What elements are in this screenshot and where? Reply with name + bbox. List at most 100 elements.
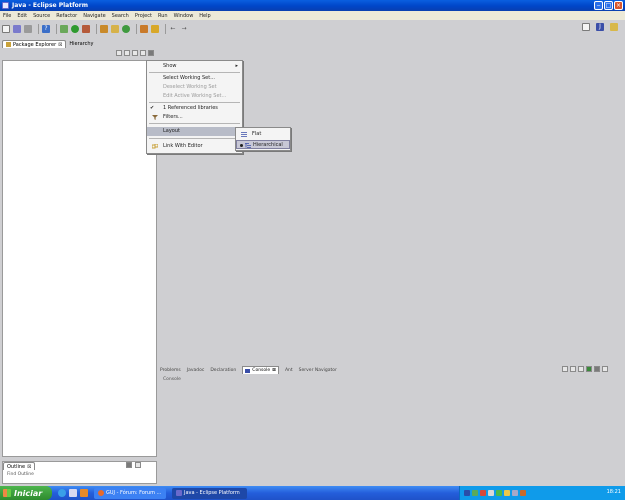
minimize-icon[interactable]	[135, 462, 141, 468]
menu-item-select-working-set[interactable]: Select Working Set...	[147, 74, 242, 83]
help-icon[interactable]: ?	[42, 25, 50, 33]
tab-label: Javadoc	[186, 367, 205, 373]
menu-project[interactable]: Project	[135, 13, 152, 19]
search-icon[interactable]	[151, 25, 159, 33]
menu-refactor[interactable]: Refactor	[56, 13, 77, 19]
pin-console-icon[interactable]	[578, 366, 584, 372]
flat-layout-icon	[241, 132, 247, 137]
run-icon[interactable]	[71, 25, 79, 33]
external-tools-icon[interactable]	[82, 25, 90, 33]
window-titlebar: Java - Eclipse Platform ‒ □ ×	[0, 0, 625, 11]
task-eclipse[interactable]: Java - Eclipse Platform	[172, 487, 247, 499]
tab-label: Problems	[160, 367, 181, 373]
new-package-icon[interactable]	[111, 25, 119, 33]
menu-item-label: Select Working Set...	[163, 75, 215, 81]
media-player-icon[interactable]	[80, 489, 88, 497]
tab-ant[interactable]: Ant	[285, 368, 293, 373]
new-class-icon[interactable]	[122, 25, 130, 33]
toolbar-separator	[165, 24, 166, 34]
java-perspective-icon[interactable]: J	[596, 23, 604, 31]
menu-run[interactable]: Run	[158, 13, 168, 19]
tab-label: Console	[252, 368, 271, 373]
clear-console-icon[interactable]	[562, 366, 568, 372]
maximize-button[interactable]: □	[604, 1, 613, 10]
messenger-icon[interactable]	[496, 490, 502, 496]
close-icon[interactable]: ⊠	[27, 464, 31, 470]
antivirus-icon[interactable]	[480, 490, 486, 496]
tab-label: Declaration	[210, 367, 237, 373]
debug-icon[interactable]	[60, 25, 68, 33]
display-console-icon[interactable]	[586, 366, 592, 372]
console-message: Console	[163, 377, 181, 382]
menu-item-layout[interactable]: Layout ▸	[147, 127, 242, 136]
minimize-button[interactable]: ‒	[594, 1, 603, 10]
menu-separator	[149, 123, 240, 124]
menu-navigate[interactable]: Navigate	[83, 13, 105, 19]
menu-file[interactable]: File	[3, 13, 11, 19]
menu-item-filters[interactable]: Filters...	[147, 113, 242, 122]
network-icon[interactable]	[472, 490, 478, 496]
menu-item-hierarchical[interactable]: Hierarchical	[236, 140, 290, 149]
view-menu-icon[interactable]	[126, 462, 132, 468]
tab-javadoc[interactable]: Javadoc	[187, 368, 205, 373]
clock: 18:21	[606, 489, 621, 495]
view-menu-icon[interactable]	[148, 50, 154, 56]
tab-console[interactable]: Console ⊠	[242, 366, 279, 374]
debug-perspective-icon[interactable]	[610, 23, 618, 31]
menu-item-flat[interactable]: Flat	[236, 130, 290, 139]
collapse-all-icon[interactable]	[132, 50, 138, 56]
toolbar-separator	[96, 24, 97, 34]
link-icon	[152, 144, 158, 149]
scroll-lock-icon[interactable]	[570, 366, 576, 372]
close-icon[interactable]: ⊠	[58, 42, 62, 48]
menu-edit[interactable]: Edit	[17, 13, 27, 19]
system-tray: 18:21	[459, 486, 625, 500]
open-type-icon[interactable]	[140, 25, 148, 33]
new-java-project-icon[interactable]	[100, 25, 108, 33]
language-icon[interactable]	[464, 490, 470, 496]
explorer-tab-row: Package Explorer ⊠ Hierarchy	[2, 39, 157, 48]
tab-package-explorer[interactable]: Package Explorer ⊠	[2, 40, 67, 48]
task-browser-forum[interactable]: GUJ - Fórum: Forum ...	[94, 487, 166, 499]
new-icon[interactable]	[2, 25, 10, 33]
tab-declaration[interactable]: Declaration	[210, 368, 236, 373]
tab-hierarchy[interactable]: Hierarchy	[66, 40, 96, 48]
minimize-icon[interactable]	[602, 366, 608, 372]
forward-arrow-icon[interactable]: →	[180, 25, 188, 33]
print-icon[interactable]	[24, 25, 32, 33]
back-icon[interactable]	[116, 50, 122, 56]
close-icon[interactable]: ⊠	[272, 368, 276, 373]
menu-search[interactable]: Search	[112, 13, 129, 19]
window-title: Java - Eclipse Platform	[12, 2, 89, 9]
menu-item-link-with-editor[interactable]: Link With Editor	[147, 142, 242, 151]
menu-window[interactable]: Window	[174, 13, 194, 19]
back-arrow-icon[interactable]: ←	[169, 25, 177, 33]
menu-source[interactable]: Source	[33, 13, 50, 19]
menu-item-label: Show	[163, 63, 177, 69]
desktop-icon[interactable]	[69, 489, 77, 497]
view-menu-icon[interactable]	[594, 366, 600, 372]
start-button[interactable]: Iniciar	[0, 486, 52, 500]
tab-server-navigator[interactable]: Server Navigator	[299, 368, 337, 373]
forward-icon[interactable]	[124, 50, 130, 56]
radio-selected-icon	[240, 144, 243, 147]
close-button[interactable]: ×	[614, 1, 623, 10]
package-explorer-pane[interactable]	[2, 60, 157, 457]
volume-icon[interactable]	[488, 490, 494, 496]
menu-help[interactable]: Help	[199, 13, 210, 19]
browser-icon	[98, 490, 104, 496]
link-editor-icon[interactable]	[140, 50, 146, 56]
update-icon[interactable]	[504, 490, 510, 496]
hierarchical-layout-icon	[245, 143, 251, 148]
menu-item-referenced-libraries[interactable]: ✔ 1 Referenced libraries	[147, 104, 242, 113]
device-icon[interactable]	[512, 490, 518, 496]
save-icon[interactable]	[13, 25, 21, 33]
task-label: Java - Eclipse Platform	[184, 490, 240, 496]
open-perspective-icon[interactable]	[582, 23, 590, 31]
tab-outline[interactable]: Outline ⊠	[3, 462, 36, 470]
tab-problems[interactable]: Problems	[160, 368, 181, 373]
toolbar-separator	[38, 24, 39, 34]
java-icon[interactable]	[520, 490, 526, 496]
menu-item-show[interactable]: Show ▸	[147, 62, 242, 71]
browser-icon[interactable]	[58, 489, 66, 497]
